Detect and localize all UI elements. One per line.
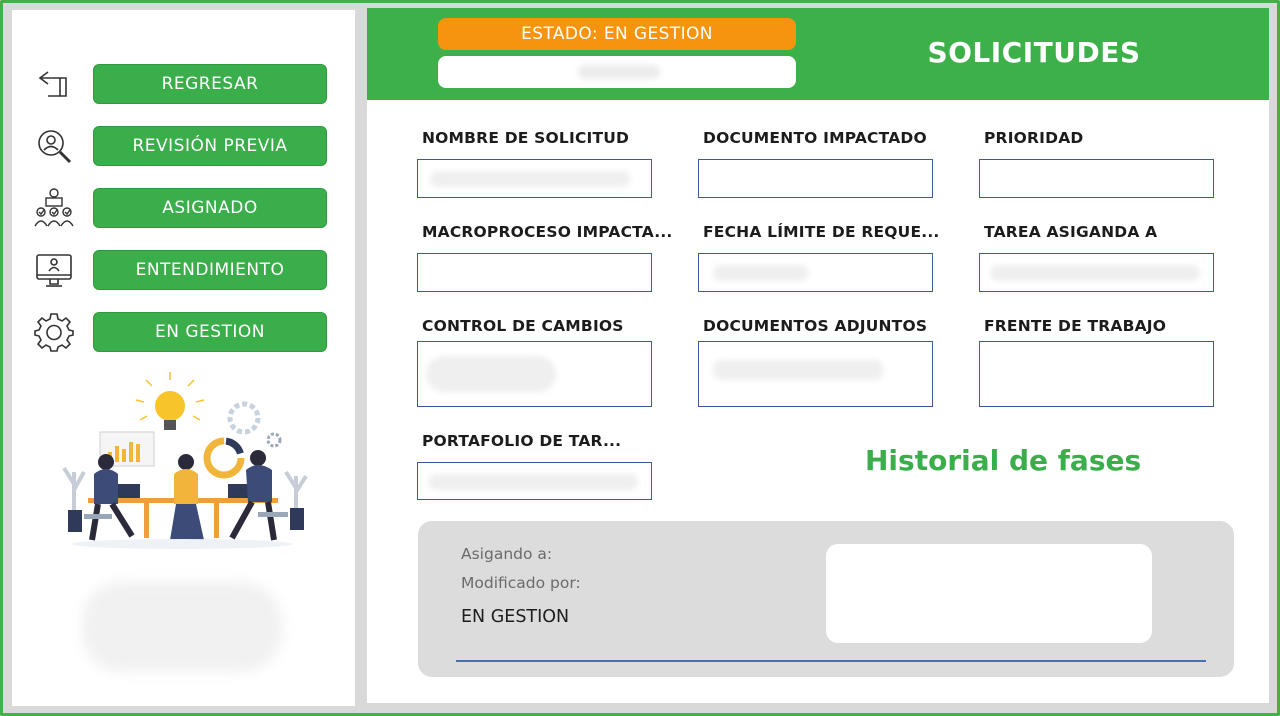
macroproceso-impactado-label: MACROPROCESO IMPACTA...: [422, 223, 673, 241]
history-status: EN GESTION: [461, 607, 570, 627]
monitor-user-icon[interactable]: [32, 248, 76, 292]
prioridad-label: PRIORIDAD: [984, 129, 1084, 147]
modified-by-label: Modificado por:: [461, 574, 581, 592]
prioridad-field[interactable]: [979, 159, 1214, 198]
history-divider: [456, 660, 1206, 662]
page-title: SOLICITUDES: [927, 36, 1141, 69]
header-band: ESTADO: EN GESTION SOLICITUDES: [367, 8, 1269, 100]
regresar-button[interactable]: REGRESAR: [93, 64, 327, 104]
en-gestion-button[interactable]: EN GESTION: [93, 312, 327, 352]
history-panel: Asigando a: Modificado por: EN GESTION: [418, 521, 1234, 677]
fecha-limite-field[interactable]: [698, 253, 933, 292]
gear-icon[interactable]: [32, 310, 76, 354]
fecha-limite-label: FECHA LÍMITE DE REQUE...: [703, 223, 940, 241]
portafolio-field[interactable]: [417, 462, 652, 500]
team-meeting-illustration: [52, 372, 312, 552]
history-detail-box: [826, 544, 1152, 643]
asignado-button[interactable]: ASIGNADO: [93, 188, 327, 228]
main-panel: ESTADO: EN GESTION SOLICITUDES NOMBRE DE…: [367, 8, 1269, 703]
frente-de-trabajo-field[interactable]: [979, 341, 1214, 407]
control-de-cambios-field[interactable]: [417, 341, 652, 407]
sidebar-item-asignado[interactable]: ASIGNADO: [32, 186, 332, 230]
macroproceso-impactado-field[interactable]: [417, 253, 652, 292]
entendimiento-button[interactable]: ENTENDIMIENTO: [93, 250, 327, 290]
control-de-cambios-label: CONTROL DE CAMBIOS: [422, 317, 624, 335]
revision-previa-button[interactable]: REVISIÓN PREVIA: [93, 126, 327, 166]
user-name-pill: [438, 56, 796, 88]
nombre-de-solicitud-label: NOMBRE DE SOLICITUD: [422, 129, 630, 147]
tarea-asignada-label: TAREA ASIGANDA A: [984, 223, 1158, 241]
tarea-asignada-field[interactable]: [979, 253, 1214, 292]
status-badge: ESTADO: EN GESTION: [438, 18, 796, 50]
documento-impactado-field[interactable]: [698, 159, 933, 198]
historial-de-fases-title: Historial de fases: [865, 444, 1142, 477]
sidebar-item-regresar[interactable]: REGRESAR: [32, 62, 332, 106]
portafolio-label: PORTAFOLIO DE TAR...: [422, 432, 622, 450]
blurred-area: [82, 582, 282, 672]
return-arrow-icon[interactable]: [32, 62, 76, 106]
sidebar-item-revision-previa[interactable]: REVISIÓN PREVIA: [32, 124, 332, 168]
nombre-de-solicitud-field[interactable]: [417, 159, 652, 198]
documento-impactado-label: DOCUMENTO IMPACTADO: [703, 129, 927, 147]
sidebar-item-en-gestion[interactable]: EN GESTION: [32, 310, 332, 354]
team-assigned-icon[interactable]: [32, 186, 76, 230]
sidebar-item-entendimiento[interactable]: ENTENDIMIENTO: [32, 248, 332, 292]
sidebar: REGRESAR REVISIÓN PREVIA ASIGNADO ENTEND…: [12, 10, 355, 706]
documentos-adjuntos-label: DOCUMENTOS ADJUNTOS: [703, 317, 928, 335]
magnifier-person-icon[interactable]: [32, 124, 76, 168]
frente-de-trabajo-label: FRENTE DE TRABAJO: [984, 317, 1167, 335]
assigned-to-label: Asigando a:: [461, 545, 553, 563]
documentos-adjuntos-field[interactable]: [698, 341, 933, 407]
